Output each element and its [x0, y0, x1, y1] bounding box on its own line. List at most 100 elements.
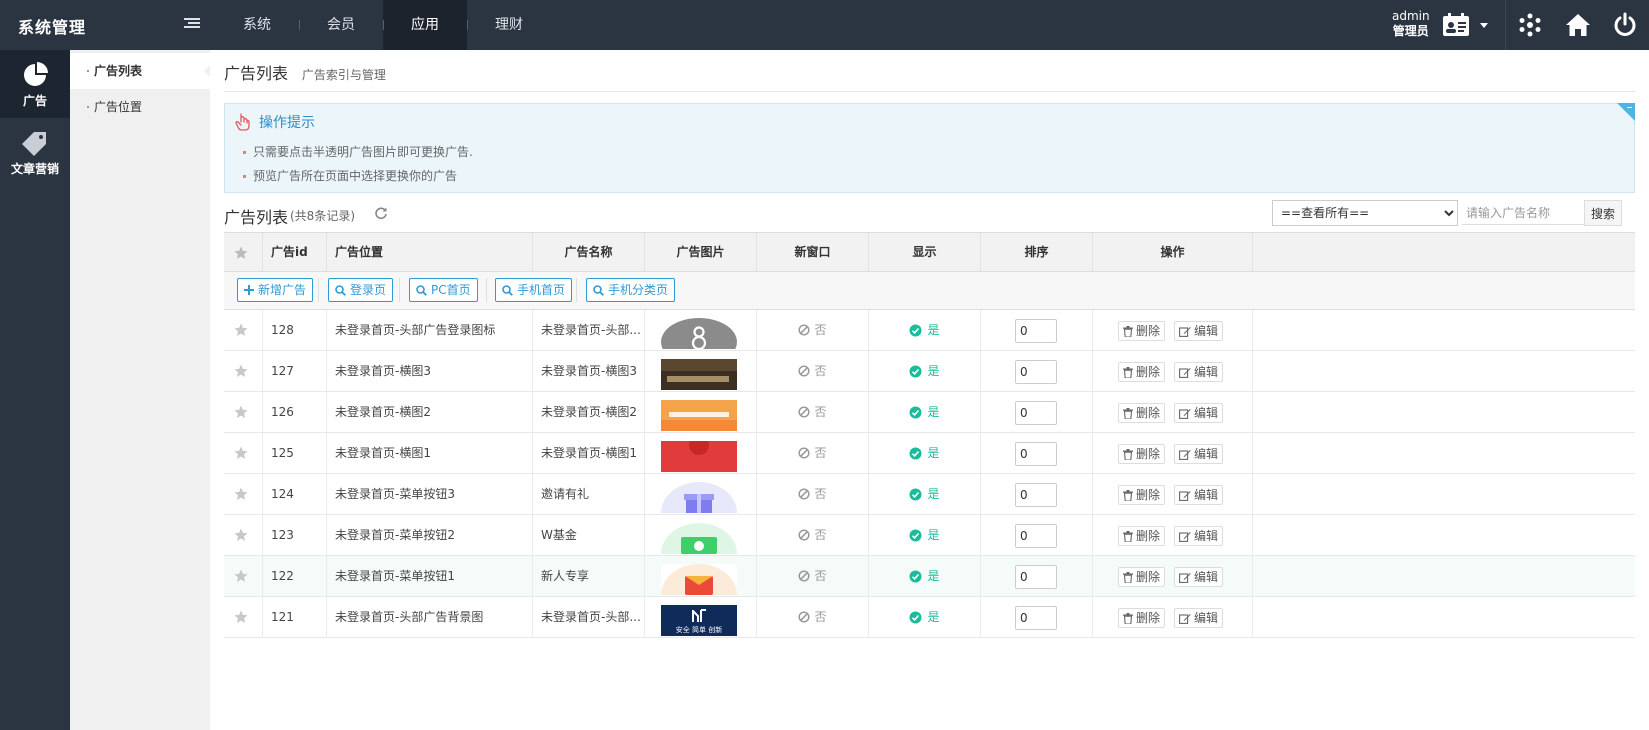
column-header-id[interactable]: 广告id [263, 233, 327, 272]
filter-mobile-home-button[interactable]: 手机首页 [495, 278, 573, 302]
new-window-toggle[interactable]: 否 [757, 433, 868, 473]
new-window-toggle[interactable]: 否 [757, 474, 868, 514]
show-toggle[interactable]: 是 [869, 392, 980, 432]
sort-order-input[interactable] [1015, 524, 1057, 548]
column-header-new-window[interactable]: 新窗口 [757, 233, 869, 272]
sidebar-item-ad-list[interactable]: 广告列表 [70, 53, 210, 89]
sort-order-input[interactable] [1015, 319, 1057, 343]
show-toggle[interactable]: 是 [869, 515, 980, 555]
star-icon[interactable] [234, 610, 248, 624]
refresh-icon[interactable] [374, 206, 388, 220]
ad-image-thumbnail[interactable] [661, 441, 737, 472]
edit-button[interactable]: 编辑 [1174, 567, 1224, 587]
top-nav-system[interactable]: 系统 [215, 0, 299, 50]
sitemap-icon[interactable] [1517, 12, 1543, 38]
ad-position: 未登录首页-横图2 [327, 392, 533, 432]
star-icon[interactable] [234, 446, 248, 460]
position-filter-select[interactable]: ==查看所有== [1272, 200, 1458, 226]
column-header-sort[interactable]: 排序 [981, 233, 1093, 272]
new-window-toggle[interactable]: 否 [757, 310, 868, 350]
new-window-toggle[interactable]: 否 [757, 597, 868, 637]
sidebar-item-ad-position[interactable]: 广告位置 [70, 89, 210, 125]
collapse-corner[interactable] [1617, 103, 1635, 121]
delete-button[interactable]: 删除 [1118, 321, 1166, 341]
search-icon [416, 284, 427, 296]
rail-item-label: 广告 [22, 94, 47, 108]
column-header-show[interactable]: 显示 [869, 233, 981, 272]
delete-button[interactable]: 删除 [1118, 444, 1166, 464]
menu-fold-icon[interactable] [184, 16, 200, 32]
caret-down-icon[interactable] [1480, 23, 1488, 28]
table-toolbar: 新增广告 登录页 PC首页 手机首页 手机分类页 [224, 272, 1635, 310]
trash-icon [1123, 571, 1133, 583]
ban-icon [798, 324, 811, 336]
rail-item-article-marketing[interactable]: 文章营销 [0, 118, 70, 186]
user-info[interactable]: admin 管理员 [1392, 9, 1430, 39]
ad-name: 未登录首页-横图2 [533, 392, 645, 432]
top-nav: 系统 会员 应用 理财 [215, 0, 551, 50]
ad-image-thumbnail[interactable] [661, 359, 737, 390]
show-toggle[interactable]: 是 [869, 474, 980, 514]
power-icon[interactable] [1612, 12, 1638, 38]
delete-button[interactable]: 删除 [1118, 403, 1166, 423]
new-window-toggle[interactable]: 否 [757, 392, 868, 432]
ad-image-thumbnail[interactable] [661, 482, 737, 513]
delete-button[interactable]: 删除 [1118, 608, 1166, 628]
delete-button[interactable]: 删除 [1118, 567, 1166, 587]
filter-login-page-button[interactable]: 登录页 [328, 278, 394, 302]
ad-image-thumbnail[interactable] [661, 564, 737, 595]
new-window-toggle[interactable]: 否 [757, 351, 868, 391]
search-icon [335, 284, 346, 296]
show-toggle[interactable]: 是 [869, 310, 980, 350]
search-button[interactable]: 搜索 [1584, 200, 1622, 226]
rail-item-ads[interactable]: 广告 [0, 50, 70, 118]
star-icon[interactable] [234, 528, 248, 542]
add-ad-button[interactable]: 新增广告 [237, 278, 314, 302]
sort-order-input[interactable] [1015, 565, 1057, 589]
edit-button[interactable]: 编辑 [1174, 403, 1224, 423]
column-header-name[interactable]: 广告名称 [533, 233, 645, 272]
filter-mobile-category-button[interactable]: 手机分类页 [586, 278, 676, 302]
user-card-icon[interactable] [1442, 13, 1470, 37]
top-nav-finance[interactable]: 理财 [467, 0, 551, 50]
edit-button[interactable]: 编辑 [1174, 526, 1224, 546]
star-icon[interactable] [234, 246, 248, 260]
edit-button[interactable]: 编辑 [1174, 321, 1224, 341]
filter-pc-home-button[interactable]: PC首页 [409, 278, 478, 302]
top-nav-member[interactable]: 会员 [299, 0, 383, 50]
sort-order-input[interactable] [1015, 360, 1057, 384]
edit-button[interactable]: 编辑 [1174, 485, 1224, 505]
new-window-toggle[interactable]: 否 [757, 556, 868, 596]
ad-image-thumbnail[interactable]: 安全 简单 创新 [661, 605, 737, 636]
top-nav-app[interactable]: 应用 [383, 0, 467, 50]
delete-button[interactable]: 删除 [1118, 526, 1166, 546]
check-circle-icon [909, 406, 922, 418]
show-toggle[interactable]: 是 [869, 351, 980, 391]
ad-image-thumbnail[interactable] [661, 523, 737, 554]
sort-order-input[interactable] [1015, 442, 1057, 466]
show-toggle[interactable]: 是 [869, 597, 980, 637]
star-icon[interactable] [234, 487, 248, 501]
ad-name-search-input[interactable] [1462, 201, 1584, 225]
page-subtitle: 广告索引与管理 [301, 68, 386, 82]
star-icon[interactable] [234, 364, 248, 378]
show-toggle[interactable]: 是 [869, 556, 980, 596]
show-toggle[interactable]: 是 [869, 433, 980, 473]
sort-order-input[interactable] [1015, 483, 1057, 507]
sort-order-input[interactable] [1015, 606, 1057, 630]
delete-button[interactable]: 删除 [1118, 485, 1166, 505]
star-icon[interactable] [234, 569, 248, 583]
delete-button[interactable]: 删除 [1118, 362, 1166, 382]
edit-button[interactable]: 编辑 [1174, 444, 1224, 464]
star-icon[interactable] [234, 323, 248, 337]
star-icon[interactable] [234, 405, 248, 419]
ad-image-thumbnail[interactable] [661, 400, 737, 431]
new-window-toggle[interactable]: 否 [757, 515, 868, 555]
column-header-position[interactable]: 广告位置 [327, 233, 533, 272]
edit-button[interactable]: 编辑 [1174, 362, 1224, 382]
edit-button[interactable]: 编辑 [1174, 608, 1224, 628]
ban-icon [798, 488, 811, 500]
sort-order-input[interactable] [1015, 401, 1057, 425]
ad-image-thumbnail[interactable] [661, 318, 737, 349]
home-icon[interactable] [1565, 12, 1591, 38]
